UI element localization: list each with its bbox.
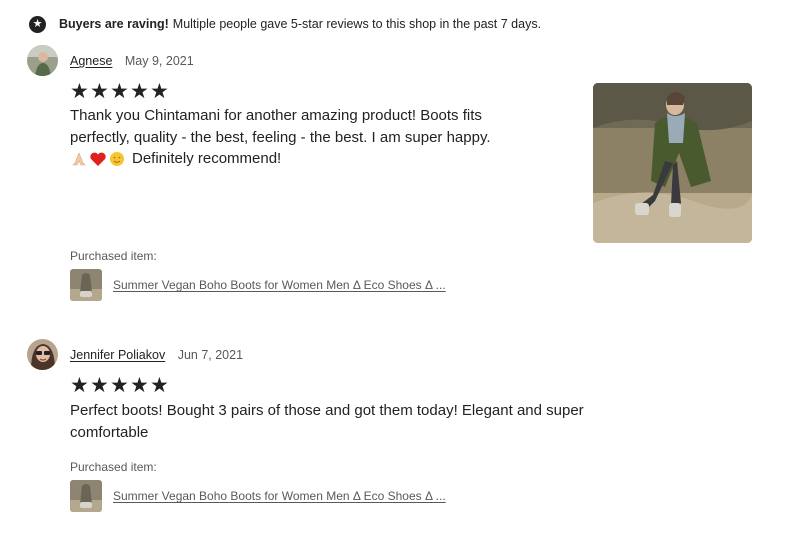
review-photo[interactable] xyxy=(593,83,752,243)
star-icon: ★ xyxy=(130,374,149,397)
avatar[interactable] xyxy=(27,339,58,370)
banner-text: Multiple people gave 5-star reviews to t… xyxy=(172,17,542,31)
review-date: Jun 7, 2021 xyxy=(177,348,244,362)
review-line: comfortable xyxy=(70,423,149,441)
banner-title: Buyers are raving! xyxy=(59,17,169,31)
star-icon: ★ xyxy=(110,374,129,397)
review-line-text: Definitely recommend! xyxy=(132,150,282,167)
star-icon: ★ xyxy=(110,80,129,103)
review-date: May 9, 2021 xyxy=(124,54,194,68)
review-line: Perfect boots! Bought 3 pairs of those a… xyxy=(70,402,584,419)
star-icon: ★ xyxy=(70,374,89,397)
review-meta: Jennifer Poliakov Jun 7, 2021 xyxy=(70,348,243,362)
reviewer-name[interactable]: Agnese xyxy=(70,54,112,68)
purchased-label: Purchased item: xyxy=(70,460,157,474)
purchased-item[interactable]: Summer Vegan Boho Boots for Women Men Δ … xyxy=(70,269,446,301)
star-icon: ★ xyxy=(70,80,89,103)
star-badge-icon: ★ xyxy=(29,15,46,33)
avatar[interactable] xyxy=(27,45,58,76)
star-rating: ★ ★ ★ ★ ★ xyxy=(70,374,169,397)
review-text: Perfect boots! Bought 3 pairs of those a… xyxy=(70,400,584,443)
item-link[interactable]: Summer Vegan Boho Boots for Women Men Δ … xyxy=(113,278,446,292)
review-line: Definitely recommend! xyxy=(70,148,491,170)
item-thumbnail[interactable] xyxy=(70,480,102,512)
red-heart-icon xyxy=(90,152,106,166)
review-text: Thank you Chintamani for another amazing… xyxy=(70,105,491,170)
star-icon: ★ xyxy=(90,374,109,397)
item-thumbnail[interactable] xyxy=(70,269,102,301)
star-icon: ★ xyxy=(150,374,169,397)
purchased-label: Purchased item: xyxy=(70,249,157,263)
review-line: perfectly, quality - the best, feeling -… xyxy=(70,128,491,146)
star-icon: ★ xyxy=(90,80,109,103)
purchased-item[interactable]: Summer Vegan Boho Boots for Women Men Δ … xyxy=(70,480,446,512)
reviewer-name[interactable]: Jennifer Poliakov xyxy=(70,348,165,362)
folded-hands-icon xyxy=(72,151,86,166)
star-rating: ★ ★ ★ ★ ★ xyxy=(70,80,169,103)
star-icon: ★ xyxy=(130,80,149,103)
item-link[interactable]: Summer Vegan Boho Boots for Women Men Δ … xyxy=(113,489,446,503)
review-line: Thank you Chintamani for another amazing… xyxy=(70,107,482,124)
rave-banner: ★ Buyers are raving! Multiple people gav… xyxy=(29,14,541,34)
review-meta: Agnese May 9, 2021 xyxy=(70,54,194,68)
smiling-face-icon xyxy=(110,151,124,166)
star-icon: ★ xyxy=(150,80,169,103)
